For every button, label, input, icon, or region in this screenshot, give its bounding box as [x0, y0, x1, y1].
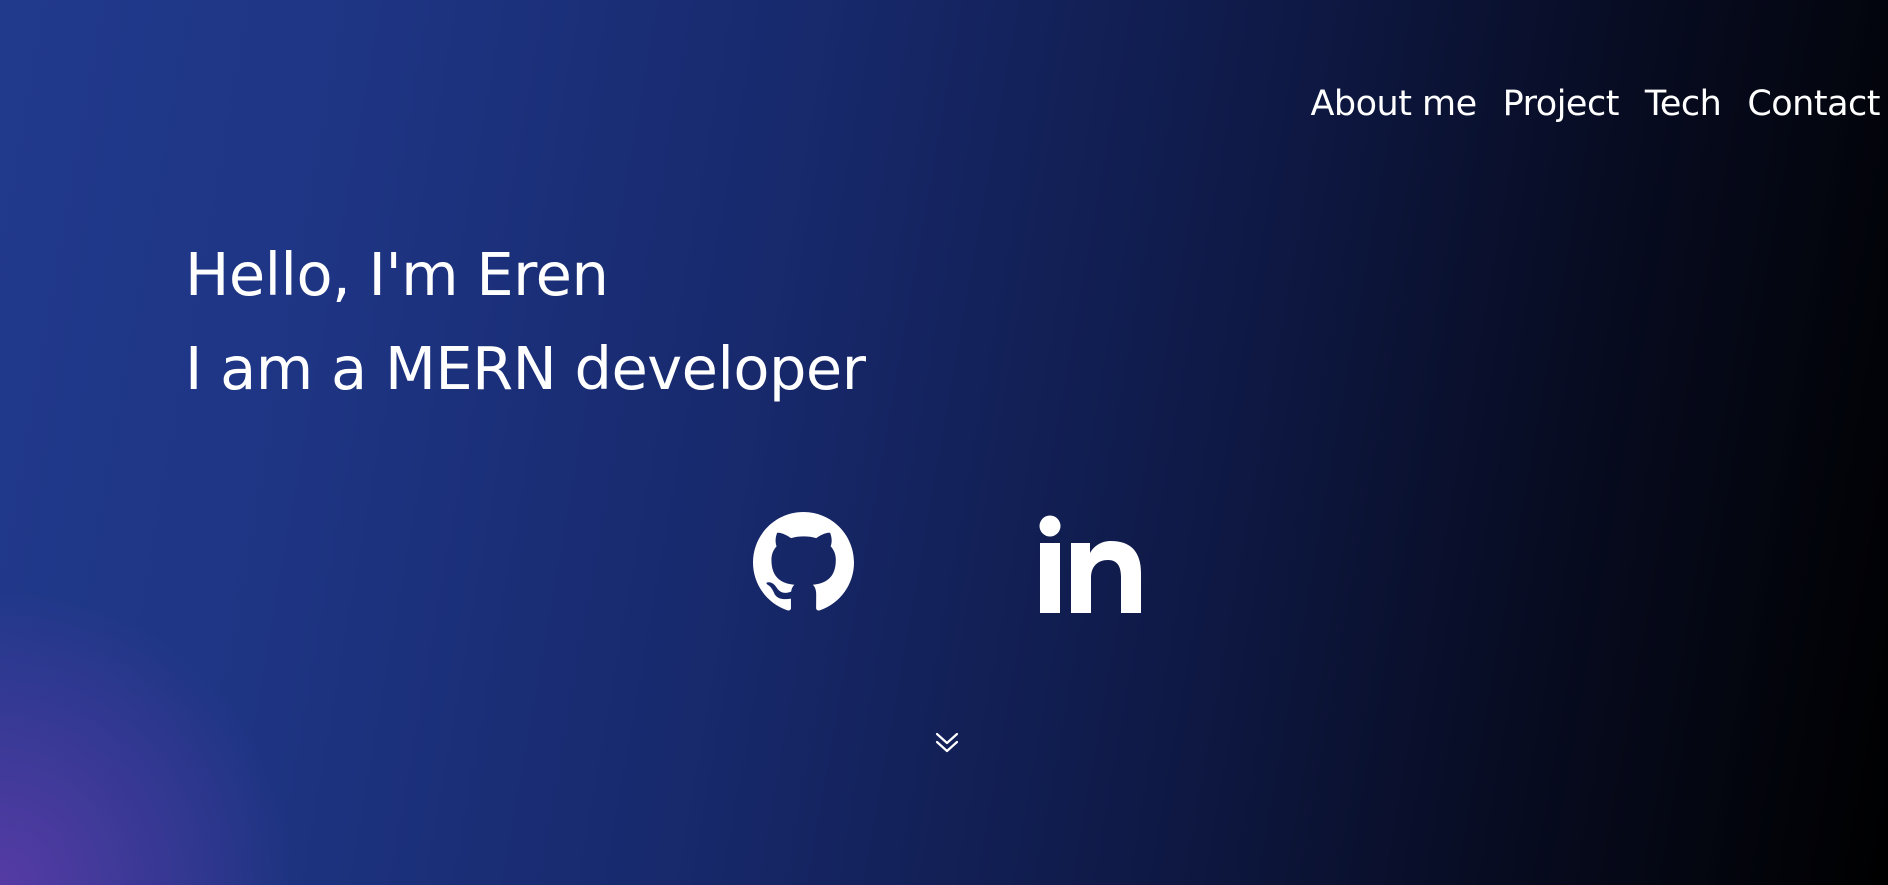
github-icon [753, 512, 854, 611]
hero-greeting: Hello, I'm Eren [185, 240, 609, 309]
hero-role: I am a MERN developer [185, 334, 866, 403]
nav-item-contact[interactable]: Contact [1747, 80, 1880, 128]
hero-section: Hello, I'm Eren I am a MERN developer [185, 228, 866, 416]
nav-item-about-me[interactable]: About me [1310, 80, 1477, 128]
linkedin-link[interactable] [1037, 512, 1143, 614]
scroll-down-button[interactable] [933, 729, 961, 757]
linkedin-icon [1039, 515, 1141, 613]
nav-item-tech[interactable]: Tech [1645, 80, 1722, 128]
double-chevron-down-icon [935, 732, 959, 753]
main-nav: About me Project Tech Contact [1310, 80, 1880, 128]
github-link[interactable] [753, 512, 854, 613]
nav-item-project[interactable]: Project [1503, 80, 1620, 128]
